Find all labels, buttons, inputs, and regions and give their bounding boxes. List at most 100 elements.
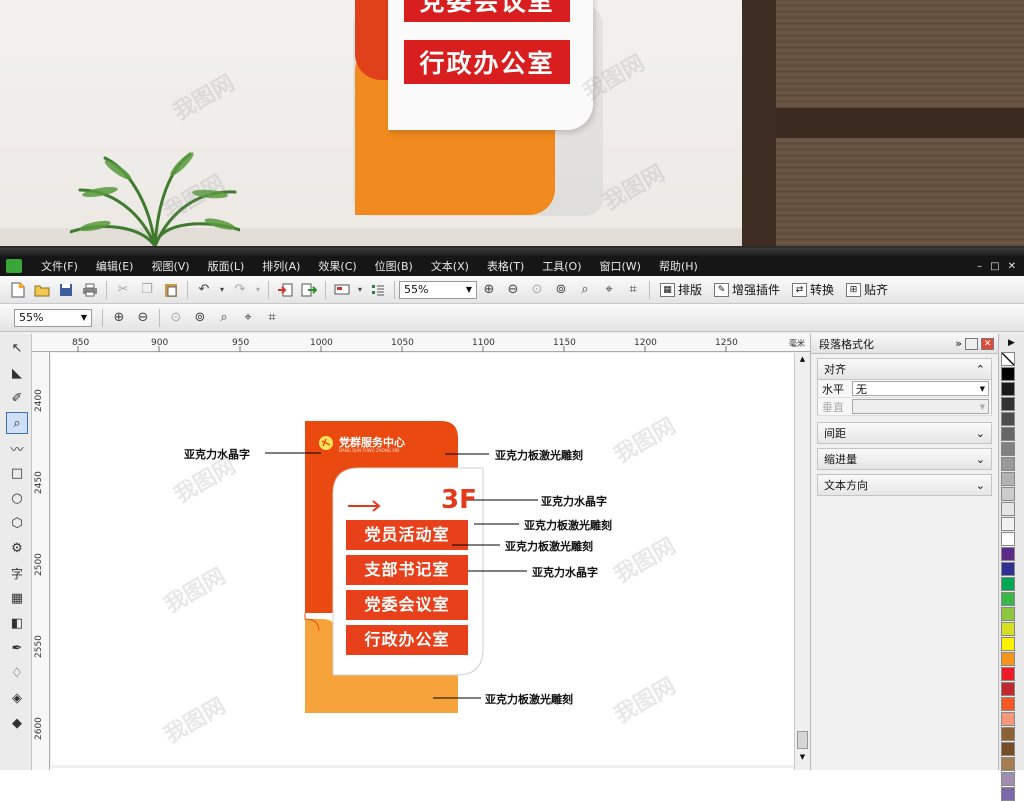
menu-view[interactable]: 视图(V) (142, 258, 198, 274)
color-swatch[interactable] (1001, 622, 1015, 636)
zoom-tool-icon[interactable]: ⌕ (6, 412, 28, 434)
undo-icon[interactable]: ↶ (193, 279, 215, 301)
pick-tool-icon[interactable]: ↖ (6, 337, 28, 359)
minimize-icon[interactable]: – (977, 261, 982, 272)
color-swatch[interactable] (1001, 367, 1015, 381)
color-swatch[interactable] (1001, 532, 1015, 546)
redo-icon[interactable]: ↷ (229, 279, 251, 301)
zoom-in-icon[interactable]: ⊕ (478, 279, 500, 301)
scrollbar-thumb[interactable] (797, 731, 808, 749)
color-swatch[interactable] (1001, 787, 1015, 801)
docker-close-icon[interactable]: ✕ (981, 337, 994, 350)
color-swatch[interactable] (1001, 502, 1015, 516)
save-icon[interactable] (55, 279, 77, 301)
color-swatch[interactable] (1001, 397, 1015, 411)
color-swatch[interactable] (1001, 667, 1015, 681)
restore-icon[interactable]: □ (990, 261, 999, 272)
convert-button[interactable]: ⇄ 转换 (792, 281, 834, 298)
new-document-icon[interactable] (7, 279, 29, 301)
redo-dropdown-icon[interactable]: ▾ (253, 279, 263, 301)
zoom-out-icon[interactable]: ⊖ (132, 307, 154, 329)
print-icon[interactable] (79, 279, 101, 301)
ellipse-tool-icon[interactable]: ○ (6, 487, 28, 509)
zoom-page-icon[interactable]: ⌕ (213, 307, 235, 329)
rectangle-tool-icon[interactable]: □ (6, 462, 28, 484)
color-swatch[interactable] (1001, 427, 1015, 441)
color-swatch[interactable] (1001, 547, 1015, 561)
undo-dropdown-icon[interactable]: ▾ (217, 279, 227, 301)
menu-table[interactable]: 表格(T) (478, 258, 533, 274)
menu-bitmaps[interactable]: 位图(B) (366, 258, 422, 274)
snap-button[interactable]: ⊞ 贴齐 (846, 281, 888, 298)
color-swatch[interactable] (1001, 697, 1015, 711)
interactive-blend-tool-icon[interactable]: ◧ (6, 612, 28, 634)
drawing-canvas[interactable]: 党群服务中心 DANG QUN FUWU ZHONG XIN 3F 党员活动室 … (51, 353, 794, 765)
color-swatch[interactable] (1001, 472, 1015, 486)
zoom-height-icon[interactable]: ⌗ (622, 279, 644, 301)
horizontal-ruler[interactable]: 850 900 950 1000 1050 1100 1150 1200 125… (32, 334, 810, 352)
color-swatch[interactable] (1001, 607, 1015, 621)
table-tool-icon[interactable]: ▦ (6, 587, 28, 609)
color-swatch[interactable] (1001, 382, 1015, 396)
color-swatch[interactable] (1001, 592, 1015, 606)
paste-icon[interactable] (160, 279, 182, 301)
menu-edit[interactable]: 编辑(E) (87, 258, 143, 274)
crop-tool-icon[interactable]: ✐ (6, 387, 28, 409)
menu-arrange[interactable]: 排列(A) (253, 258, 309, 274)
zoom-width-icon[interactable]: ⌖ (237, 307, 259, 329)
no-color-swatch[interactable] (1001, 352, 1015, 366)
zoom-out-icon[interactable]: ⊖ (502, 279, 524, 301)
color-swatch[interactable] (1001, 487, 1015, 501)
menu-window[interactable]: 窗口(W) (591, 258, 650, 274)
menu-text[interactable]: 文本(X) (422, 258, 478, 274)
zoom-all-objects-icon[interactable]: ⊚ (189, 307, 211, 329)
fill-tool-icon[interactable]: ◈ (6, 687, 28, 709)
color-swatch[interactable] (1001, 517, 1015, 531)
application-launcher-icon[interactable] (331, 279, 353, 301)
zoom-height-icon[interactable]: ⌗ (261, 307, 283, 329)
copy-icon[interactable]: ❐ (136, 279, 158, 301)
color-swatch[interactable] (1001, 742, 1015, 756)
color-swatch[interactable] (1001, 772, 1015, 786)
menu-file[interactable]: 文件(F) (32, 258, 87, 274)
zoom-all-objects-icon[interactable]: ⊚ (550, 279, 572, 301)
property-zoom-select[interactable]: 55% ▼ (14, 308, 92, 327)
cut-icon[interactable]: ✂ (112, 279, 134, 301)
section-align[interactable]: 对齐 ⌃ (817, 358, 992, 380)
section-indent[interactable]: 缩进量 ⌄ (817, 448, 992, 470)
color-swatch[interactable] (1001, 577, 1015, 591)
color-swatch[interactable] (1001, 757, 1015, 771)
vertical-ruler[interactable]: 2400 2450 2500 2550 2600 (32, 352, 50, 770)
color-swatch[interactable] (1001, 682, 1015, 696)
enhanced-plugin-button[interactable]: ✎ 增强插件 (714, 281, 780, 298)
docker-minimize-icon[interactable] (965, 337, 978, 350)
color-swatch[interactable] (1001, 652, 1015, 666)
section-spacing[interactable]: 间距 ⌄ (817, 422, 992, 444)
scroll-up-icon[interactable]: ▲ (796, 355, 809, 367)
zoom-selected-icon[interactable]: ⊙ (526, 279, 548, 301)
polygon-tool-icon[interactable]: ⬡ (6, 512, 28, 534)
import-icon[interactable] (274, 279, 296, 301)
horizontal-align-select[interactable]: 无 ▼ (852, 381, 989, 396)
docker-expand-icon[interactable]: » (955, 337, 962, 350)
palette-scroll-up-icon[interactable]: ▶ (999, 338, 1024, 352)
close-icon[interactable]: ✕ (1008, 261, 1016, 272)
vertical-scrollbar[interactable]: ▲ ▼ (794, 353, 810, 770)
scroll-down-icon[interactable]: ▼ (796, 753, 809, 765)
color-swatch[interactable] (1001, 457, 1015, 471)
zoom-selected-icon[interactable]: ⊙ (165, 307, 187, 329)
menu-tools[interactable]: 工具(O) (533, 258, 590, 274)
typeset-button[interactable]: ▦ 排版 (660, 281, 702, 298)
color-swatch[interactable] (1001, 727, 1015, 741)
launcher-dropdown-icon[interactable]: ▾ (355, 279, 365, 301)
export-icon[interactable] (298, 279, 320, 301)
zoom-width-icon[interactable]: ⌖ (598, 279, 620, 301)
outline-pen-tool-icon[interactable]: ♢ (6, 662, 28, 684)
welcome-screen-icon[interactable] (367, 279, 389, 301)
color-swatch[interactable] (1001, 442, 1015, 456)
freehand-tool-icon[interactable]: 〰 (6, 437, 28, 459)
open-folder-icon[interactable] (31, 279, 53, 301)
interactive-fill-tool-icon[interactable]: ◆ (6, 712, 28, 734)
color-swatch[interactable] (1001, 637, 1015, 651)
eyedropper-tool-icon[interactable]: ✒ (6, 637, 28, 659)
